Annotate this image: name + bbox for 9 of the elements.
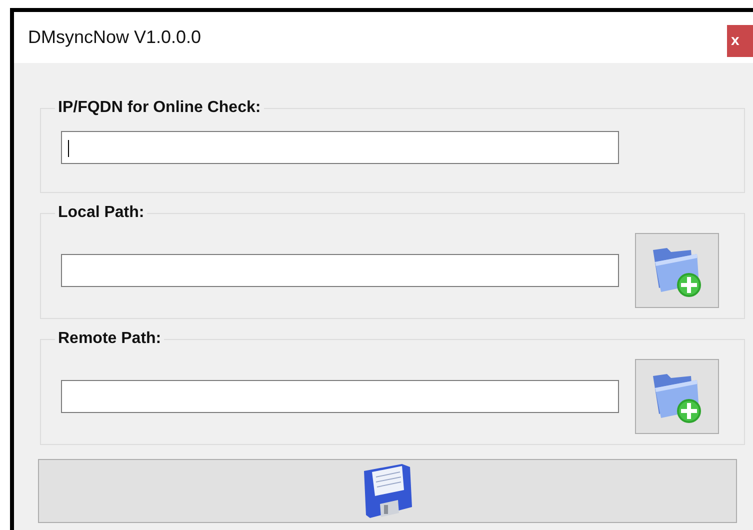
input-field[interactable] [61, 131, 619, 164]
browse-button[interactable] [635, 359, 719, 434]
input-field[interactable] [61, 380, 619, 413]
input-field[interactable] [61, 254, 619, 287]
browse-button[interactable] [635, 233, 719, 308]
close-button[interactable]: x [727, 25, 753, 57]
save-button[interactable] [38, 459, 737, 523]
group-label: IP/FQDN for Online Check: [55, 99, 264, 117]
window-title: DMsyncNow V1.0.0.0 [28, 26, 202, 49]
